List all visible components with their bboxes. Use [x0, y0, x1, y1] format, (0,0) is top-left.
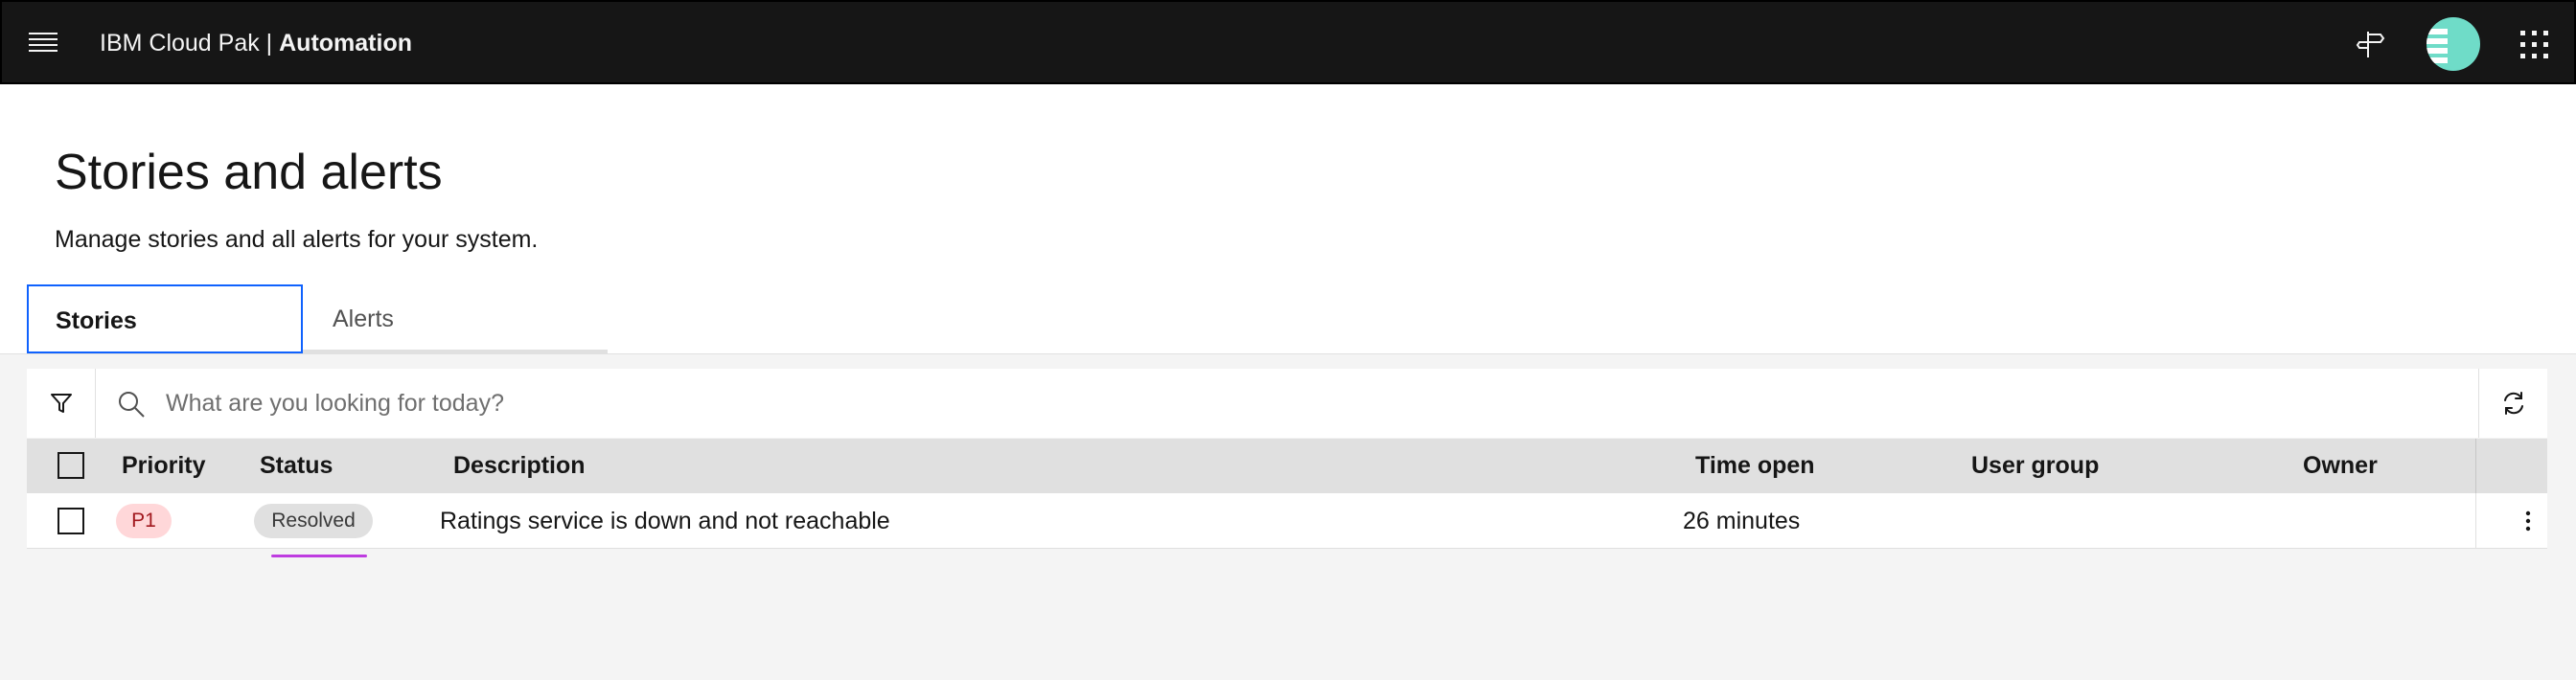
guide-signpost-icon[interactable] [2342, 15, 2400, 73]
row-checkbox[interactable] [58, 508, 84, 534]
table-row[interactable]: P1 Resolved Ratings service is down and … [27, 493, 2547, 549]
brand-prefix: IBM Cloud Pak | [100, 30, 280, 57]
page-description: Manage stories and all alerts for your s… [55, 226, 539, 253]
app-brand[interactable]: IBM Cloud Pak | Automation [100, 28, 412, 58]
overflow-menu-icon[interactable] [2514, 507, 2542, 535]
column-header-time-open[interactable]: Time open [1695, 439, 1815, 493]
table-header: Priority Status Description Time open Us… [27, 439, 2547, 493]
filter-icon [50, 394, 72, 413]
menu-icon[interactable] [29, 33, 58, 54]
column-divider [2475, 493, 2476, 549]
search-icon [119, 392, 145, 418]
status-badge: Resolved [254, 504, 373, 538]
app-switcher-icon[interactable] [2520, 31, 2549, 59]
tab-stories[interactable]: Stories [27, 284, 303, 353]
column-divider [2475, 439, 2476, 493]
brand-product: Automation [279, 30, 412, 57]
search-input[interactable] [166, 382, 2370, 424]
refresh-button[interactable] [2478, 369, 2547, 438]
highlight-underline [271, 555, 367, 557]
top-header: IBM Cloud Pak | Automation [0, 0, 2576, 84]
tab-alerts[interactable]: Alerts [303, 284, 608, 353]
column-header-user-group[interactable]: User group [1971, 439, 2099, 493]
select-all-checkbox[interactable] [58, 452, 84, 479]
filter-button[interactable] [27, 369, 96, 438]
refresh-icon [2503, 392, 2523, 415]
time-open-cell: 26 minutes [1683, 508, 1801, 534]
priority-tag: P1 [116, 504, 172, 538]
description-cell[interactable]: Ratings service is down and not reachabl… [440, 493, 890, 549]
avatar[interactable] [2426, 17, 2480, 71]
column-header-priority[interactable]: Priority [122, 439, 206, 493]
column-header-status[interactable]: Status [260, 439, 333, 493]
table-toolbar [27, 369, 2547, 438]
page-title: Stories and alerts [55, 145, 443, 200]
column-header-owner[interactable]: Owner [2303, 439, 2378, 493]
column-header-description[interactable]: Description [453, 439, 586, 493]
